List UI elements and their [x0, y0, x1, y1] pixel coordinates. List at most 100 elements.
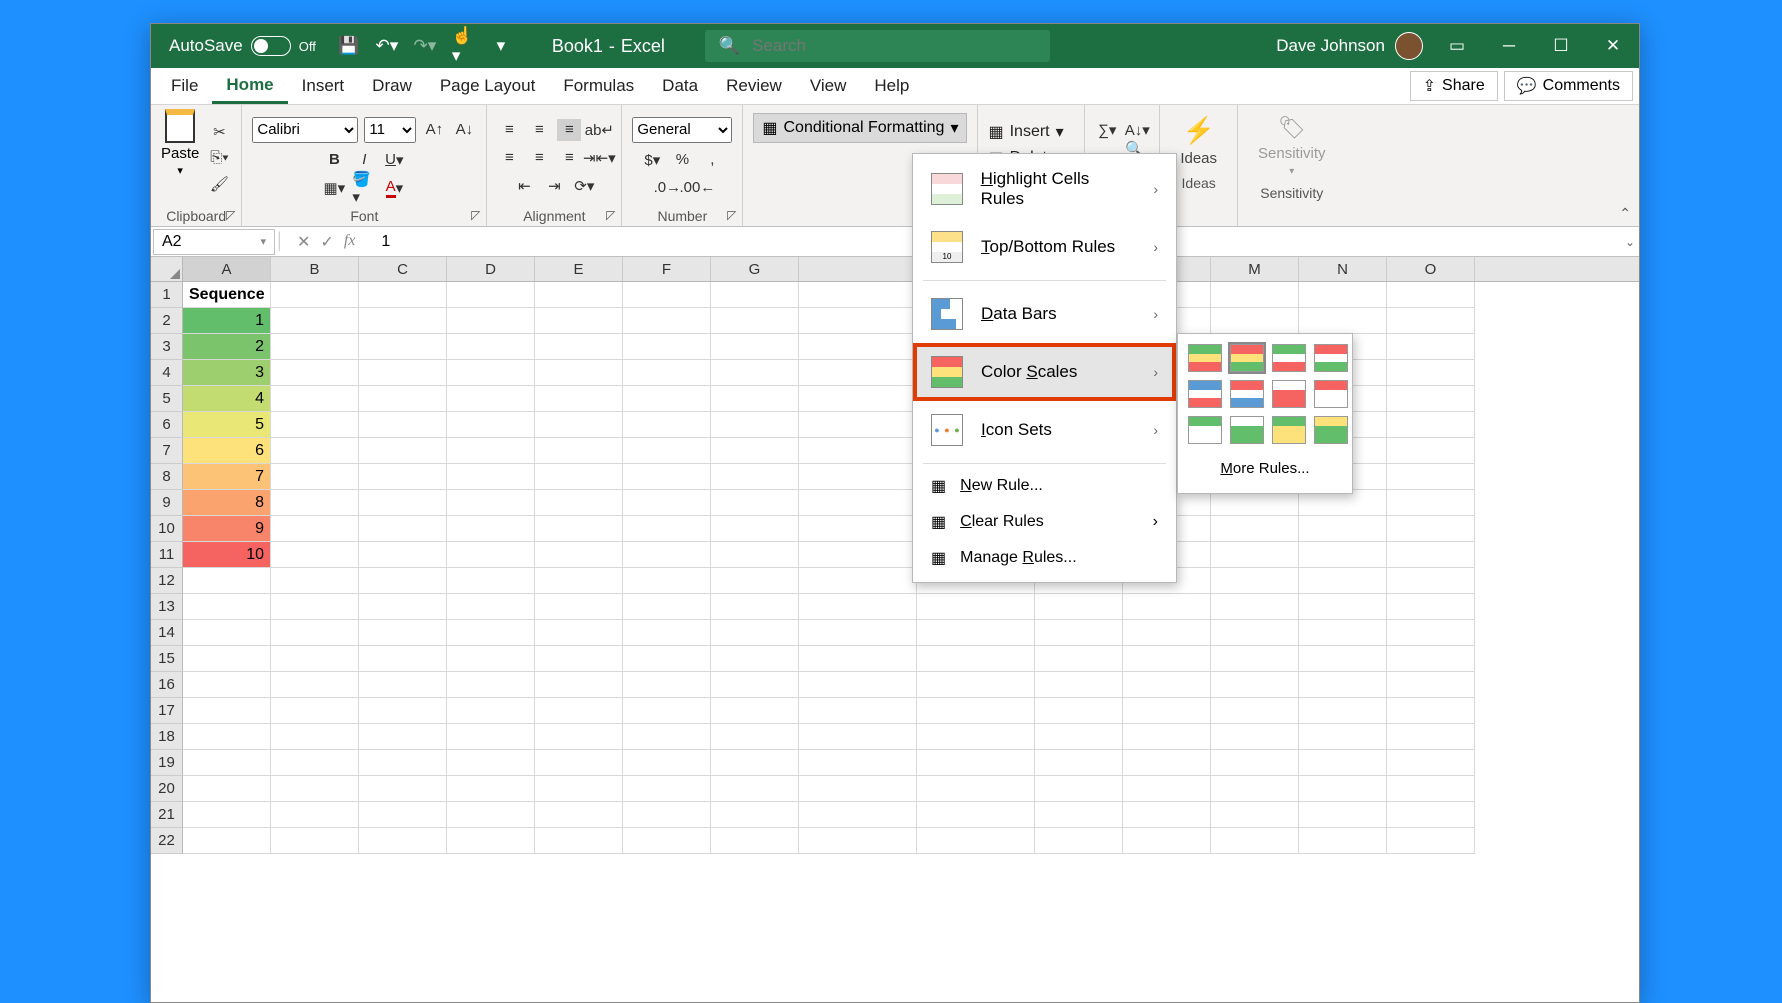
cell[interactable]: 10	[183, 542, 271, 568]
cell[interactable]	[535, 360, 623, 386]
tab-file[interactable]: File	[157, 70, 212, 102]
cell[interactable]	[183, 750, 271, 776]
cell[interactable]	[711, 282, 799, 308]
dialog-launcher-icon[interactable]: ◸	[471, 208, 480, 222]
cell[interactable]	[1035, 724, 1123, 750]
cell[interactable]: 9	[183, 516, 271, 542]
cell[interactable]	[359, 464, 447, 490]
cell[interactable]	[799, 360, 917, 386]
number-format-select[interactable]: General	[632, 117, 732, 143]
cell[interactable]	[799, 490, 917, 516]
cell[interactable]	[447, 672, 535, 698]
row-header[interactable]: 3	[151, 334, 183, 360]
menu-highlight-cells-rules[interactable]: HHighlight Cells Rulesighlight Cells Rul…	[913, 160, 1176, 218]
cell[interactable]	[1299, 542, 1387, 568]
cell[interactable]	[183, 776, 271, 802]
cell[interactable]	[711, 464, 799, 490]
cell[interactable]	[1387, 334, 1475, 360]
copy-icon[interactable]: ⎘▾	[207, 147, 231, 169]
column-header[interactable]: N	[1299, 257, 1387, 281]
column-header[interactable]	[799, 257, 917, 281]
cell[interactable]	[623, 542, 711, 568]
row-header[interactable]: 15	[151, 646, 183, 672]
cell[interactable]	[623, 672, 711, 698]
format-painter-icon[interactable]: 🖌	[207, 173, 231, 195]
cell[interactable]	[917, 750, 1035, 776]
cell[interactable]	[535, 282, 623, 308]
cell[interactable]	[535, 386, 623, 412]
cell[interactable]	[623, 282, 711, 308]
cell[interactable]	[799, 282, 917, 308]
cell[interactable]	[1123, 802, 1211, 828]
save-icon[interactable]: 💾	[338, 35, 360, 57]
cell[interactable]	[447, 828, 535, 854]
cell[interactable]	[711, 646, 799, 672]
cell[interactable]	[447, 646, 535, 672]
percent-icon[interactable]: %	[670, 149, 694, 171]
cell[interactable]	[799, 464, 917, 490]
column-header[interactable]: E	[535, 257, 623, 281]
cell[interactable]	[271, 672, 359, 698]
cell[interactable]	[359, 698, 447, 724]
cell[interactable]	[359, 386, 447, 412]
menu-color-scales[interactable]: Color Scales ›	[913, 343, 1176, 401]
cell[interactable]	[447, 464, 535, 490]
cell[interactable]	[535, 646, 623, 672]
cell[interactable]	[623, 334, 711, 360]
cell[interactable]	[447, 568, 535, 594]
redo-icon[interactable]: ↷▾	[414, 35, 436, 57]
cell[interactable]	[799, 646, 917, 672]
cell[interactable]	[799, 308, 917, 334]
cell[interactable]	[1387, 360, 1475, 386]
cell[interactable]	[1387, 698, 1475, 724]
tab-page-layout[interactable]: Page Layout	[426, 70, 549, 102]
maximize-button[interactable]: ☐	[1535, 24, 1587, 68]
cell[interactable]	[623, 698, 711, 724]
cell[interactable]	[535, 516, 623, 542]
cell[interactable]	[447, 438, 535, 464]
cell[interactable]	[799, 750, 917, 776]
cell[interactable]	[1387, 802, 1475, 828]
cell[interactable]	[183, 802, 271, 828]
cell[interactable]	[623, 438, 711, 464]
cell[interactable]	[359, 672, 447, 698]
cell[interactable]	[623, 386, 711, 412]
bold-button[interactable]: B	[322, 149, 346, 171]
menu-top-bottom-rules[interactable]: 10 Top/Bottom Rules ›	[913, 218, 1176, 276]
cell[interactable]	[1299, 568, 1387, 594]
cell[interactable]	[917, 646, 1035, 672]
color-scale-option[interactable]	[1272, 344, 1306, 372]
decrease-indent-icon[interactable]: ⇤	[512, 175, 536, 197]
expand-formula-bar-icon[interactable]: ⌄	[1625, 235, 1635, 249]
cell[interactable]	[623, 776, 711, 802]
row-header[interactable]: 16	[151, 672, 183, 698]
cell[interactable]	[623, 490, 711, 516]
cell[interactable]	[711, 386, 799, 412]
touch-mode-icon[interactable]: ☝▾	[452, 35, 474, 57]
cell[interactable]	[359, 828, 447, 854]
underline-button[interactable]: U▾	[382, 149, 406, 171]
cell[interactable]	[623, 828, 711, 854]
cell[interactable]	[271, 828, 359, 854]
cell[interactable]	[535, 828, 623, 854]
row-header[interactable]: 17	[151, 698, 183, 724]
row-header[interactable]: 22	[151, 828, 183, 854]
italic-button[interactable]: I	[352, 149, 376, 171]
cell[interactable]	[917, 594, 1035, 620]
cell[interactable]	[1299, 698, 1387, 724]
cell[interactable]	[535, 594, 623, 620]
cell[interactable]	[447, 724, 535, 750]
cell[interactable]	[711, 412, 799, 438]
row-header[interactable]: 10	[151, 516, 183, 542]
cell[interactable]	[271, 750, 359, 776]
cell[interactable]	[359, 490, 447, 516]
cell[interactable]	[917, 828, 1035, 854]
cell[interactable]	[183, 698, 271, 724]
menu-new-rule[interactable]: ▦ New Rule...	[913, 468, 1176, 504]
color-scale-option[interactable]	[1314, 344, 1348, 372]
row-header[interactable]: 20	[151, 776, 183, 802]
cell[interactable]	[1035, 750, 1123, 776]
cell[interactable]	[1299, 750, 1387, 776]
cell[interactable]	[711, 594, 799, 620]
conditional-formatting-button[interactable]: ▦ Conditional Formatting ▾	[753, 113, 967, 143]
